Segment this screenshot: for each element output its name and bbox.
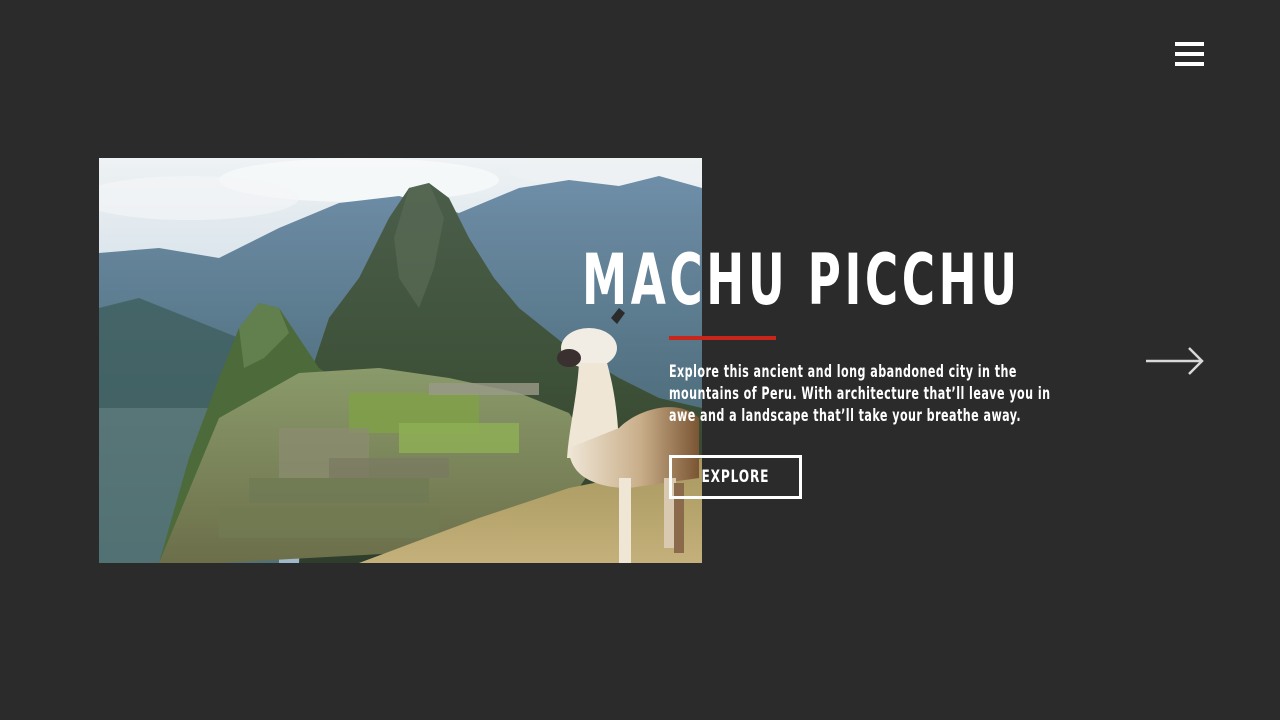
explore-button[interactable]: EXPLORE (669, 455, 802, 499)
title-underline (669, 336, 776, 340)
hamburger-menu-icon[interactable] (1172, 40, 1206, 68)
page: MACHU PICCHU Explore this ancient and lo… (0, 0, 1280, 720)
hero-description: Explore this ancient and long abandoned … (669, 362, 1051, 425)
hero-image (99, 158, 702, 563)
menu-bar (1175, 62, 1204, 66)
explore-button-label: EXPLORE (701, 467, 770, 487)
menu-bar (1175, 52, 1204, 56)
menu-bar (1175, 42, 1204, 46)
arrow-right-icon[interactable] (1144, 345, 1206, 377)
page-title: MACHU PICCHU (582, 239, 1021, 321)
